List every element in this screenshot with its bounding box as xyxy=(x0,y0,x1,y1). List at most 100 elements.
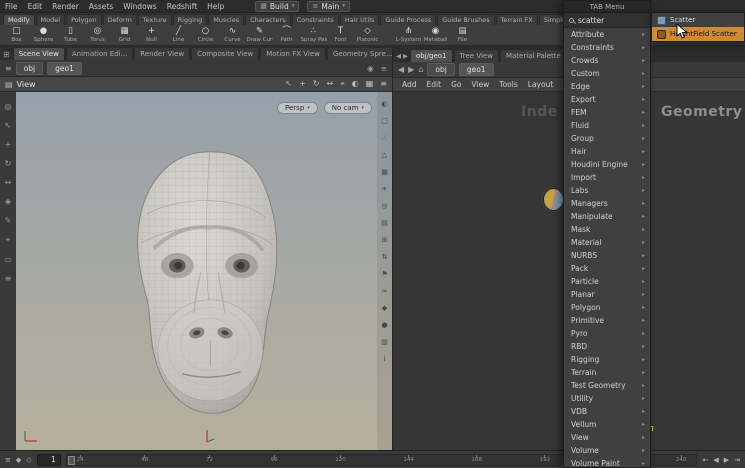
shelf-tab[interactable]: Texture xyxy=(138,14,172,25)
shelf-tab[interactable]: Characters xyxy=(245,14,290,25)
shelf-tab[interactable]: Polygon xyxy=(66,14,102,25)
pane-tab[interactable]: Render View xyxy=(134,47,190,60)
tab-menu-category[interactable]: Utility ▸ xyxy=(564,392,650,405)
camera-icon[interactable]: ◎ xyxy=(381,202,387,210)
tab-menu-category[interactable]: Export ▸ xyxy=(564,93,650,106)
tool-options-icon[interactable]: ≡ xyxy=(5,274,12,283)
monkey-head-model[interactable] xyxy=(100,144,315,436)
layers-icon[interactable]: ▥ xyxy=(381,338,388,346)
line-tool[interactable]: ╱ Line xyxy=(165,27,192,42)
view-tool-icon[interactable]: ◎ xyxy=(5,102,12,111)
scale-icon[interactable]: ↔ xyxy=(327,79,334,89)
pane-tab[interactable]: Geometry Spre... xyxy=(327,47,392,60)
viewport-canvas[interactable]: Persp▾ No cam▾ ◐□∴△▦☀◎▤⊞⇅⚑≈◆●▥i xyxy=(16,92,392,450)
tab-menu-category[interactable]: Volume Paint ▸ xyxy=(564,457,650,467)
metaball-tool[interactable]: ◉ Metaball xyxy=(422,27,449,42)
tab-menu-result[interactable]: HeightField Scatter xyxy=(652,27,744,41)
shelf-tab[interactable]: Guide Process xyxy=(380,14,436,25)
pin-icon[interactable]: ◉ xyxy=(367,64,374,73)
home-icon[interactable]: ⌂ xyxy=(418,65,423,74)
snap-icon[interactable]: ⌖ xyxy=(340,79,345,89)
shelf-tab[interactable]: Terrain FX xyxy=(496,14,538,25)
camera-menu-button[interactable]: Persp▾ xyxy=(277,102,318,114)
path-menu-icon[interactable]: ≡ xyxy=(5,64,12,73)
shelf-tab[interactable]: Constraints xyxy=(292,14,339,25)
tab-menu-category[interactable]: Managers ▸ xyxy=(564,197,650,210)
remove-key-icon[interactable]: ◇ xyxy=(26,456,31,464)
lights-icon[interactable]: ☀ xyxy=(381,185,387,193)
tab-menu-search[interactable]: scatter xyxy=(564,13,650,28)
font-tool[interactable]: T Font xyxy=(327,27,354,42)
shelf-tab[interactable]: Rigging xyxy=(173,14,208,25)
pane-options-icon[interactable]: ≡ xyxy=(381,64,387,73)
points-display-icon[interactable]: ∴ xyxy=(382,134,386,142)
pose-tool-icon[interactable]: ◈ xyxy=(5,197,11,206)
pane-tab[interactable]: Animation Edi... xyxy=(66,47,133,60)
shelf-tab[interactable]: Modify xyxy=(3,14,35,25)
platonic-tool[interactable]: ◇ Platonic xyxy=(354,27,381,42)
lsystem-tool[interactable]: ⋔ L-System xyxy=(395,27,422,42)
rotate-tool-icon[interactable]: ↻ xyxy=(5,159,12,168)
layout-selector[interactable]: ≡ Main ▾ xyxy=(307,1,350,12)
tab-menu-category[interactable]: Vellum ▸ xyxy=(564,418,650,431)
grid-display-icon[interactable]: ▦ xyxy=(381,168,388,176)
menubar-item[interactable]: Render xyxy=(47,1,84,12)
tab-menu-category[interactable]: Mask ▸ xyxy=(564,223,650,236)
tab-menu-category[interactable]: Crowds ▸ xyxy=(564,54,650,67)
current-frame-field[interactable]: 1 xyxy=(37,454,61,466)
pane-tab[interactable]: Composite View xyxy=(191,47,259,60)
path-node-chip[interactable]: geo1 xyxy=(47,62,82,75)
path-context-chip[interactable]: obj xyxy=(16,62,43,75)
desktop-selector[interactable]: ▦ Build ▾ xyxy=(255,1,299,12)
shelf-tab[interactable]: Hair Utils xyxy=(340,14,380,25)
wireframe-icon[interactable]: □ xyxy=(381,117,388,125)
playbar-menu-icon[interactable]: ≡ xyxy=(5,456,11,464)
tab-menu-category[interactable]: Custom ▸ xyxy=(564,67,650,80)
pane-tab-menu-icon[interactable]: ▤ xyxy=(5,80,13,89)
tab-menu-category[interactable]: Volume ▸ xyxy=(564,444,650,457)
draw-curve-tool[interactable]: ✎ Draw Curve xyxy=(246,27,273,42)
shading-mode-icon[interactable]: ◐ xyxy=(381,100,387,108)
shelf-tab[interactable]: Guide Brushes xyxy=(437,14,494,25)
network-menu-item[interactable]: Edit xyxy=(422,80,447,89)
tab-menu-category[interactable]: Pyro ▸ xyxy=(564,327,650,340)
tab-menu-category[interactable]: Fluid ▸ xyxy=(564,119,650,132)
normals-icon[interactable]: △ xyxy=(382,151,387,159)
select-tool-icon[interactable]: ↖ xyxy=(5,121,12,130)
rotate-icon[interactable]: ↻ xyxy=(313,79,320,89)
tab-scroll-left-icon[interactable]: ◀ xyxy=(396,52,401,60)
tab-menu-category[interactable]: Houdini Engine ▸ xyxy=(564,158,650,171)
back-icon[interactable]: ◀ xyxy=(398,65,404,74)
shelf-tab[interactable]: Deform xyxy=(103,14,137,25)
tab-menu-category[interactable]: Planar ▸ xyxy=(564,288,650,301)
tab-menu-category[interactable]: Import ▸ xyxy=(564,171,650,184)
menubar-item[interactable]: Edit xyxy=(23,1,48,12)
grid-icon[interactable]: ▦ xyxy=(366,79,374,89)
tab-menu-category[interactable]: Labs ▸ xyxy=(564,184,650,197)
shelf-tab[interactable]: Model xyxy=(36,14,66,25)
tab-menu-category[interactable]: Polygon ▸ xyxy=(564,301,650,314)
menubar-item[interactable]: Windows xyxy=(118,1,161,12)
material-icon[interactable]: ◆ xyxy=(382,304,387,312)
pane-tab[interactable]: Motion FX View xyxy=(260,47,326,60)
move-tool-icon[interactable]: + xyxy=(5,140,12,149)
tab-menu-category[interactable]: Manipulate ▸ xyxy=(564,210,650,223)
pane-menu-icon[interactable]: ≡ xyxy=(380,79,387,89)
tab-menu-category[interactable]: Attribute ▸ xyxy=(564,28,650,41)
network-menu-item[interactable]: Go xyxy=(446,80,466,89)
tab-menu-category[interactable]: RBD ▸ xyxy=(564,340,650,353)
curve-tool[interactable]: ∿ Curve xyxy=(219,27,246,42)
pane-tab[interactable]: Scene View xyxy=(13,47,65,60)
info-icon[interactable]: i xyxy=(384,355,386,363)
tab-scroll-right-icon[interactable]: ▶ xyxy=(403,52,408,60)
draw-tool-icon[interactable]: ✎ xyxy=(5,216,12,225)
path-node-chip[interactable]: geo1 xyxy=(459,63,494,76)
null-tool[interactable]: + Null xyxy=(138,27,165,42)
pane-tab[interactable]: Tree View xyxy=(454,49,499,62)
path-tool[interactable]: ⌒ Path xyxy=(273,27,300,42)
pane-split-icon[interactable]: ⊞ xyxy=(3,50,10,59)
translate-icon[interactable]: + xyxy=(299,79,306,89)
jump-end-icon[interactable]: ⇥ xyxy=(734,456,740,464)
circle-tool[interactable]: ○ Circle xyxy=(192,27,219,42)
flag-icon[interactable]: ⚑ xyxy=(381,270,387,278)
